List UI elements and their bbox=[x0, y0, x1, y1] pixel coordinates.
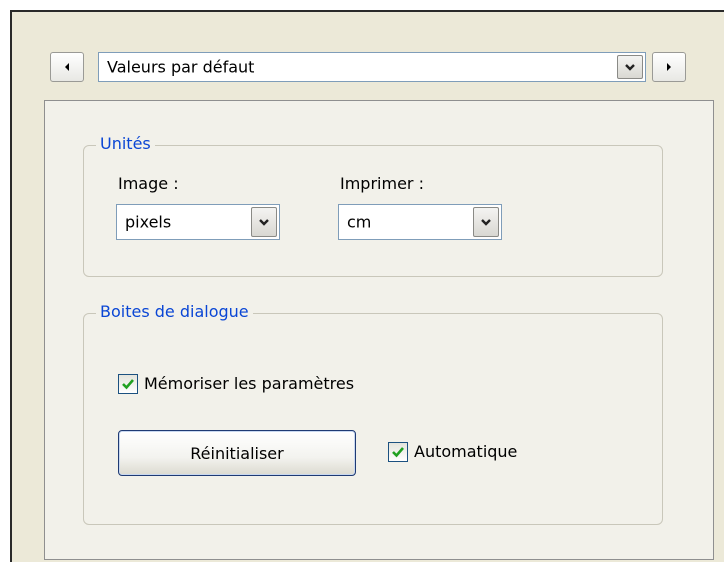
print-units-value: cm bbox=[347, 212, 372, 232]
automatic-label[interactable]: Automatique bbox=[414, 442, 517, 461]
print-units-label: Imprimer : bbox=[340, 174, 424, 193]
checkmark-icon bbox=[122, 379, 134, 390]
chevron-left-icon bbox=[65, 63, 69, 71]
remember-settings-label[interactable]: Mémoriser les paramètres bbox=[144, 374, 354, 393]
preset-value: Valeurs par défaut bbox=[107, 57, 255, 77]
dialog-boxes-group-title: Boites de dialogue bbox=[96, 302, 253, 321]
print-units-select[interactable]: cm bbox=[338, 204, 502, 240]
image-units-dropdown-button[interactable] bbox=[251, 207, 277, 237]
image-units-select[interactable]: pixels bbox=[116, 204, 280, 240]
automatic-checkbox[interactable] bbox=[388, 442, 408, 462]
reset-button-label: Réinitialiser bbox=[190, 443, 284, 463]
settings-panel: Unités Image : pixels Imprimer : cm Boit… bbox=[44, 100, 714, 560]
dialog-boxes-group: Boites de dialogue Mémoriser les paramèt… bbox=[83, 302, 663, 525]
chevron-down-icon bbox=[625, 64, 635, 71]
units-group: Unités Image : pixels Imprimer : cm bbox=[83, 134, 663, 277]
preferences-dialog: Valeurs par défaut Unités Image : pixels bbox=[10, 10, 724, 562]
units-group-title: Unités bbox=[96, 134, 155, 153]
image-units-value: pixels bbox=[125, 212, 172, 232]
checkmark-icon bbox=[392, 447, 404, 458]
chevron-right-icon bbox=[667, 63, 671, 71]
print-units-dropdown-button[interactable] bbox=[473, 207, 499, 237]
remember-settings-checkbox[interactable] bbox=[118, 374, 138, 394]
preset-select[interactable]: Valeurs par défaut bbox=[98, 52, 646, 82]
preset-dropdown-button[interactable] bbox=[617, 55, 643, 79]
image-units-label: Image : bbox=[118, 174, 179, 193]
reset-button[interactable]: Réinitialiser bbox=[118, 430, 356, 476]
chevron-down-icon bbox=[259, 219, 269, 226]
previous-button[interactable] bbox=[50, 52, 84, 82]
chevron-down-icon bbox=[481, 219, 491, 226]
next-button[interactable] bbox=[652, 52, 686, 82]
